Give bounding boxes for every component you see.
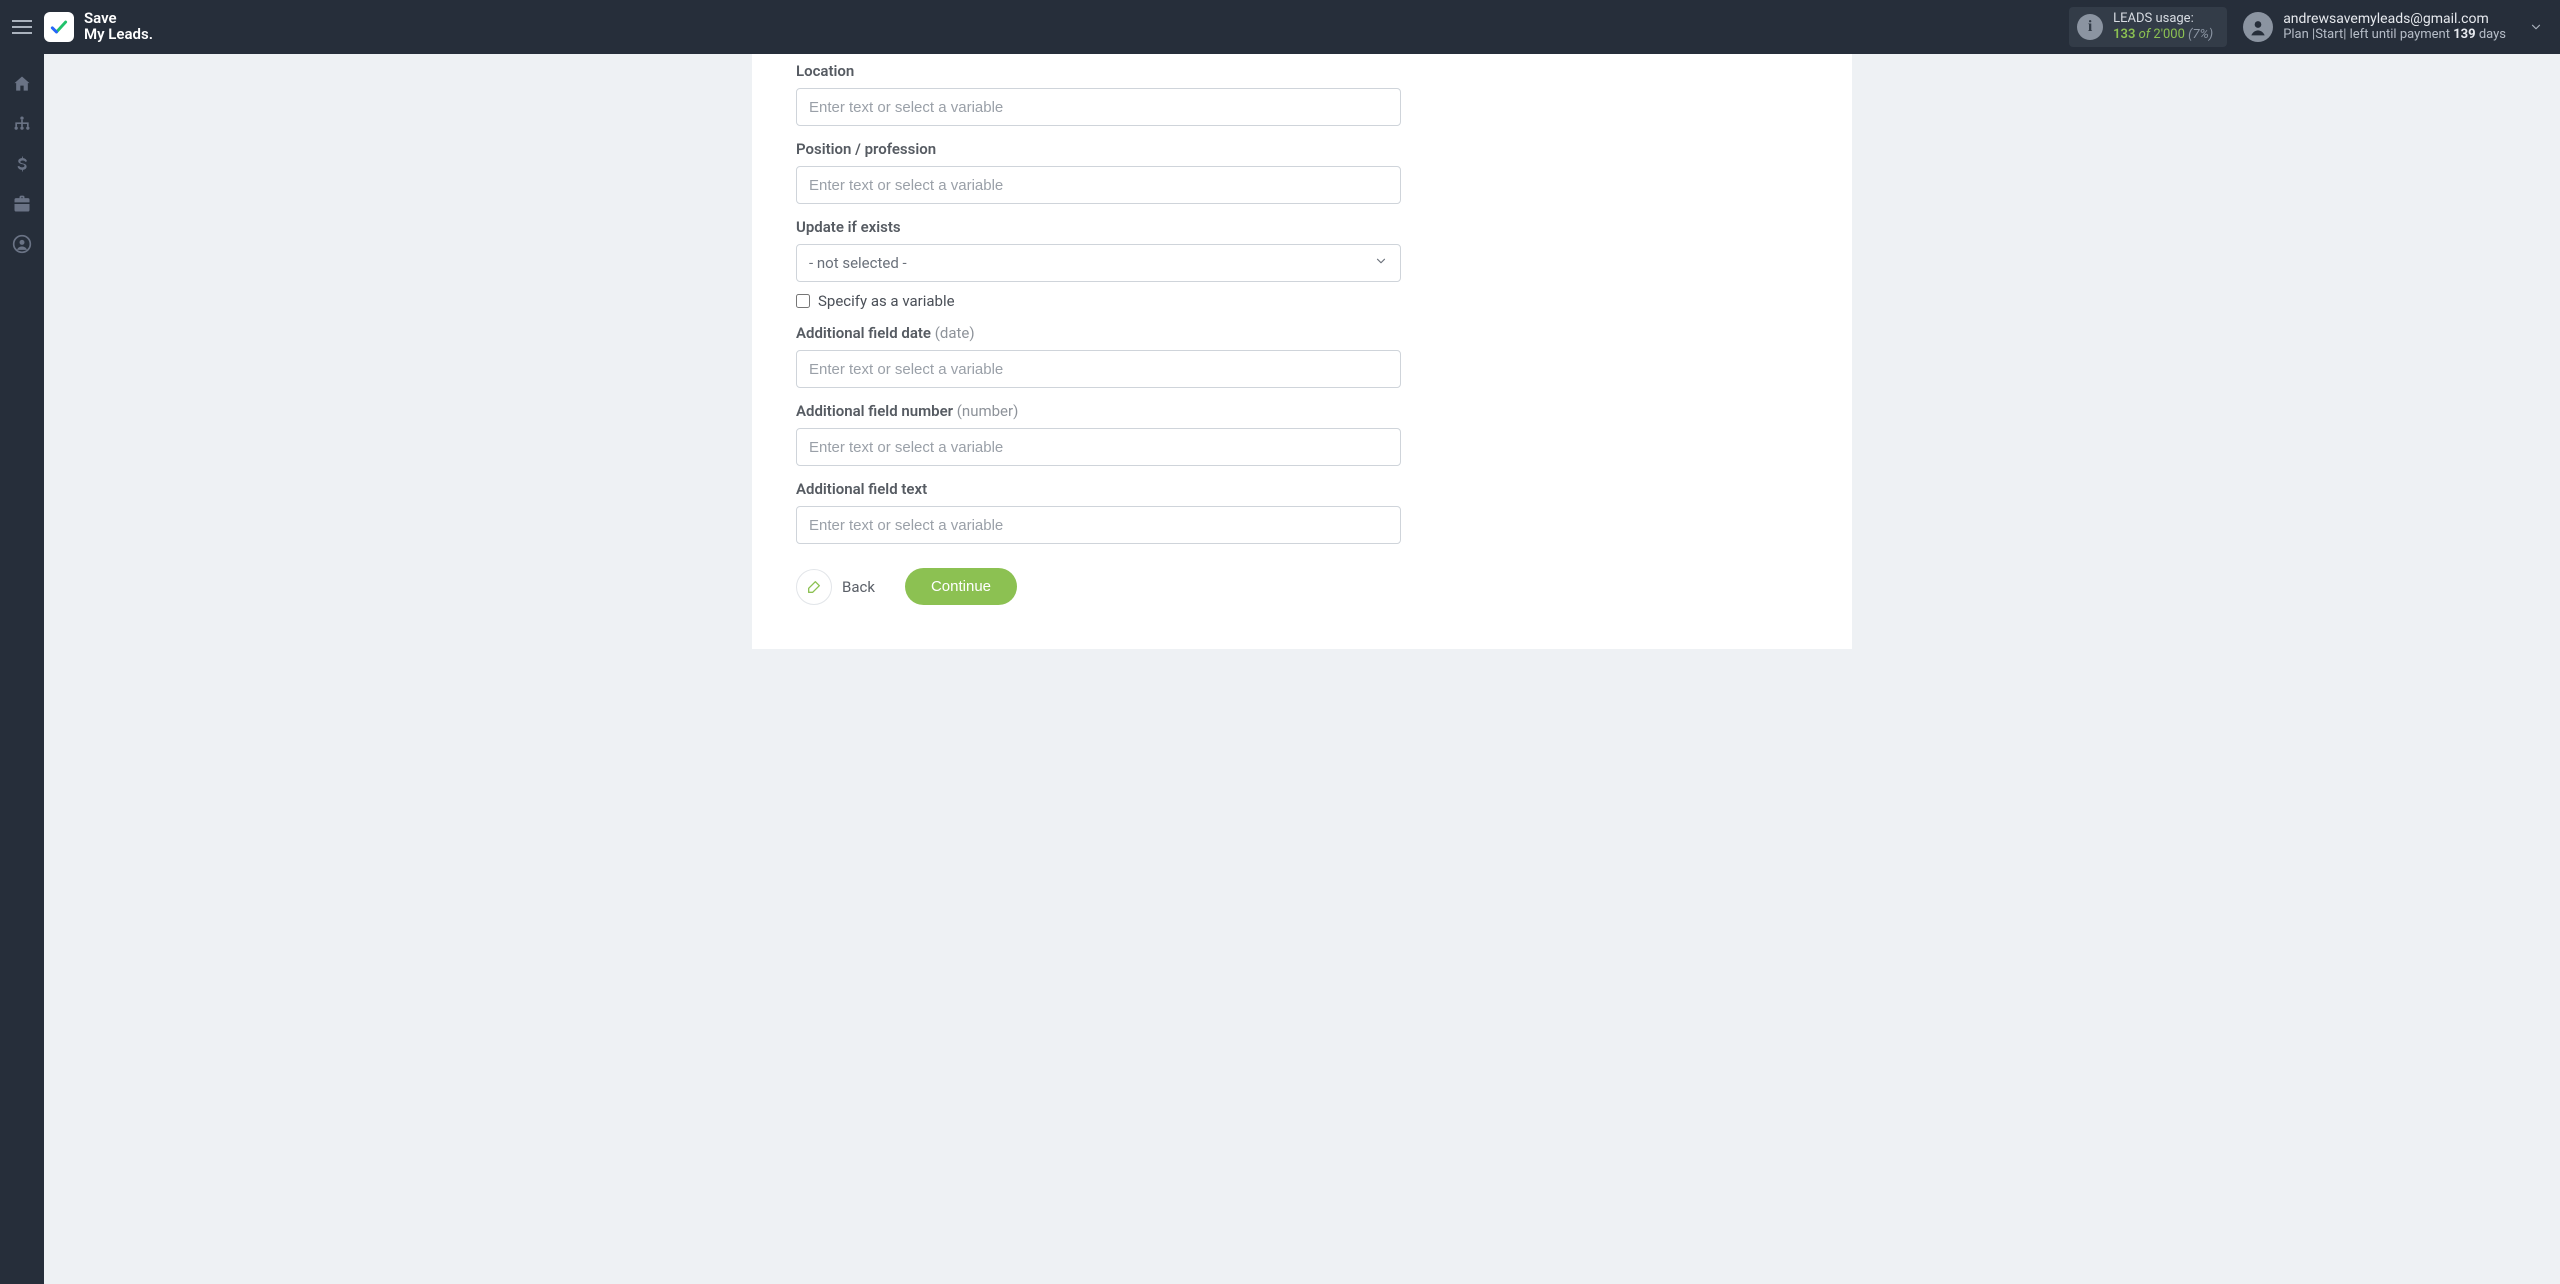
afd-label-text: Additional field date bbox=[796, 324, 935, 342]
info-icon: i bbox=[2077, 14, 2103, 40]
leads-usage-badge[interactable]: i LEADS usage: 133 of 2'000 (7%) bbox=[2069, 7, 2227, 46]
usage-values: 133 of 2'000 (7%) bbox=[2113, 27, 2213, 43]
plan-prefix: Plan |Start| left until payment bbox=[2283, 27, 2453, 42]
field-update-if-exists: Update if exists - not selected - Specif… bbox=[796, 218, 1402, 310]
aft-label: Additional field text bbox=[796, 480, 1402, 498]
update-selected-value: - not selected - bbox=[809, 254, 907, 272]
back-label: Back bbox=[842, 578, 875, 596]
account-text: andrewsavemyleads@gmail.com Plan |Start|… bbox=[2283, 11, 2506, 42]
back-button[interactable]: Back bbox=[796, 569, 875, 605]
edit-icon bbox=[796, 569, 832, 605]
sidebar bbox=[0, 54, 44, 1284]
app-header: Save My Leads. i LEADS usage: 133 of 2'0… bbox=[0, 0, 2560, 54]
sidebar-item-integrations[interactable] bbox=[0, 104, 44, 144]
sidebar-item-briefcase[interactable] bbox=[0, 184, 44, 224]
field-location: Location bbox=[796, 62, 1402, 126]
usage-total: 2'000 bbox=[2153, 27, 2185, 42]
afn-label: Additional field number (number) bbox=[796, 402, 1402, 420]
plan-days-suffix: days bbox=[2476, 27, 2506, 42]
field-additional-date: Additional field date (date) bbox=[796, 324, 1402, 388]
usage-of: of bbox=[2139, 27, 2151, 42]
account-plan: Plan |Start| left until payment 139 days bbox=[2283, 28, 2506, 43]
usage-label: LEADS usage: bbox=[2113, 11, 2213, 27]
update-select[interactable]: - not selected - bbox=[796, 244, 1401, 282]
afn-input[interactable] bbox=[796, 428, 1401, 466]
afd-input[interactable] bbox=[796, 350, 1401, 388]
field-position: Position / profession bbox=[796, 140, 1402, 204]
sidebar-item-billing[interactable] bbox=[0, 144, 44, 184]
location-input[interactable] bbox=[796, 88, 1401, 126]
hamburger-icon bbox=[12, 20, 32, 34]
form-wrap: Location Position / profession Update if… bbox=[752, 54, 1402, 605]
field-additional-number: Additional field number (number) bbox=[796, 402, 1402, 466]
avatar-icon bbox=[2243, 12, 2273, 42]
account-email: andrewsavemyleads@gmail.com bbox=[2283, 11, 2506, 27]
location-label: Location bbox=[796, 62, 1402, 80]
workspace: Location Position / profession Update if… bbox=[44, 54, 2560, 1284]
menu-toggle-button[interactable] bbox=[0, 0, 44, 54]
afn-hint: (number) bbox=[957, 402, 1019, 420]
usage-pct: (7%) bbox=[2188, 27, 2213, 42]
chevron-down-icon bbox=[2526, 20, 2546, 34]
content-card: Location Position / profession Update if… bbox=[752, 54, 1852, 649]
afd-label: Additional field date (date) bbox=[796, 324, 1402, 342]
continue-button[interactable]: Continue bbox=[905, 568, 1017, 605]
form-actions: Back Continue bbox=[796, 568, 1402, 605]
sidebar-item-profile[interactable] bbox=[0, 224, 44, 264]
update-label: Update if exists bbox=[796, 218, 1402, 236]
account-menu[interactable]: andrewsavemyleads@gmail.com Plan |Start|… bbox=[2243, 11, 2560, 42]
afn-label-text: Additional field number bbox=[796, 402, 957, 420]
brand-logo[interactable]: Save My Leads. bbox=[44, 11, 153, 43]
specify-variable-checkbox[interactable] bbox=[796, 294, 810, 308]
aft-input[interactable] bbox=[796, 506, 1401, 544]
brand-text: Save My Leads. bbox=[84, 11, 153, 43]
field-additional-text: Additional field text bbox=[796, 480, 1402, 544]
usage-count: 133 bbox=[2113, 27, 2135, 42]
specify-variable-row[interactable]: Specify as a variable bbox=[796, 292, 1402, 310]
position-input[interactable] bbox=[796, 166, 1401, 204]
brand-line2: My Leads. bbox=[84, 27, 153, 43]
usage-text: LEADS usage: 133 of 2'000 (7%) bbox=[2113, 11, 2213, 42]
specify-variable-label: Specify as a variable bbox=[818, 292, 955, 310]
logo-icon bbox=[44, 12, 74, 42]
plan-days-num: 139 bbox=[2453, 27, 2475, 42]
sidebar-item-home[interactable] bbox=[0, 64, 44, 104]
chevron-down-icon bbox=[1374, 254, 1388, 272]
position-label: Position / profession bbox=[796, 140, 1402, 158]
afd-hint: (date) bbox=[935, 324, 975, 342]
